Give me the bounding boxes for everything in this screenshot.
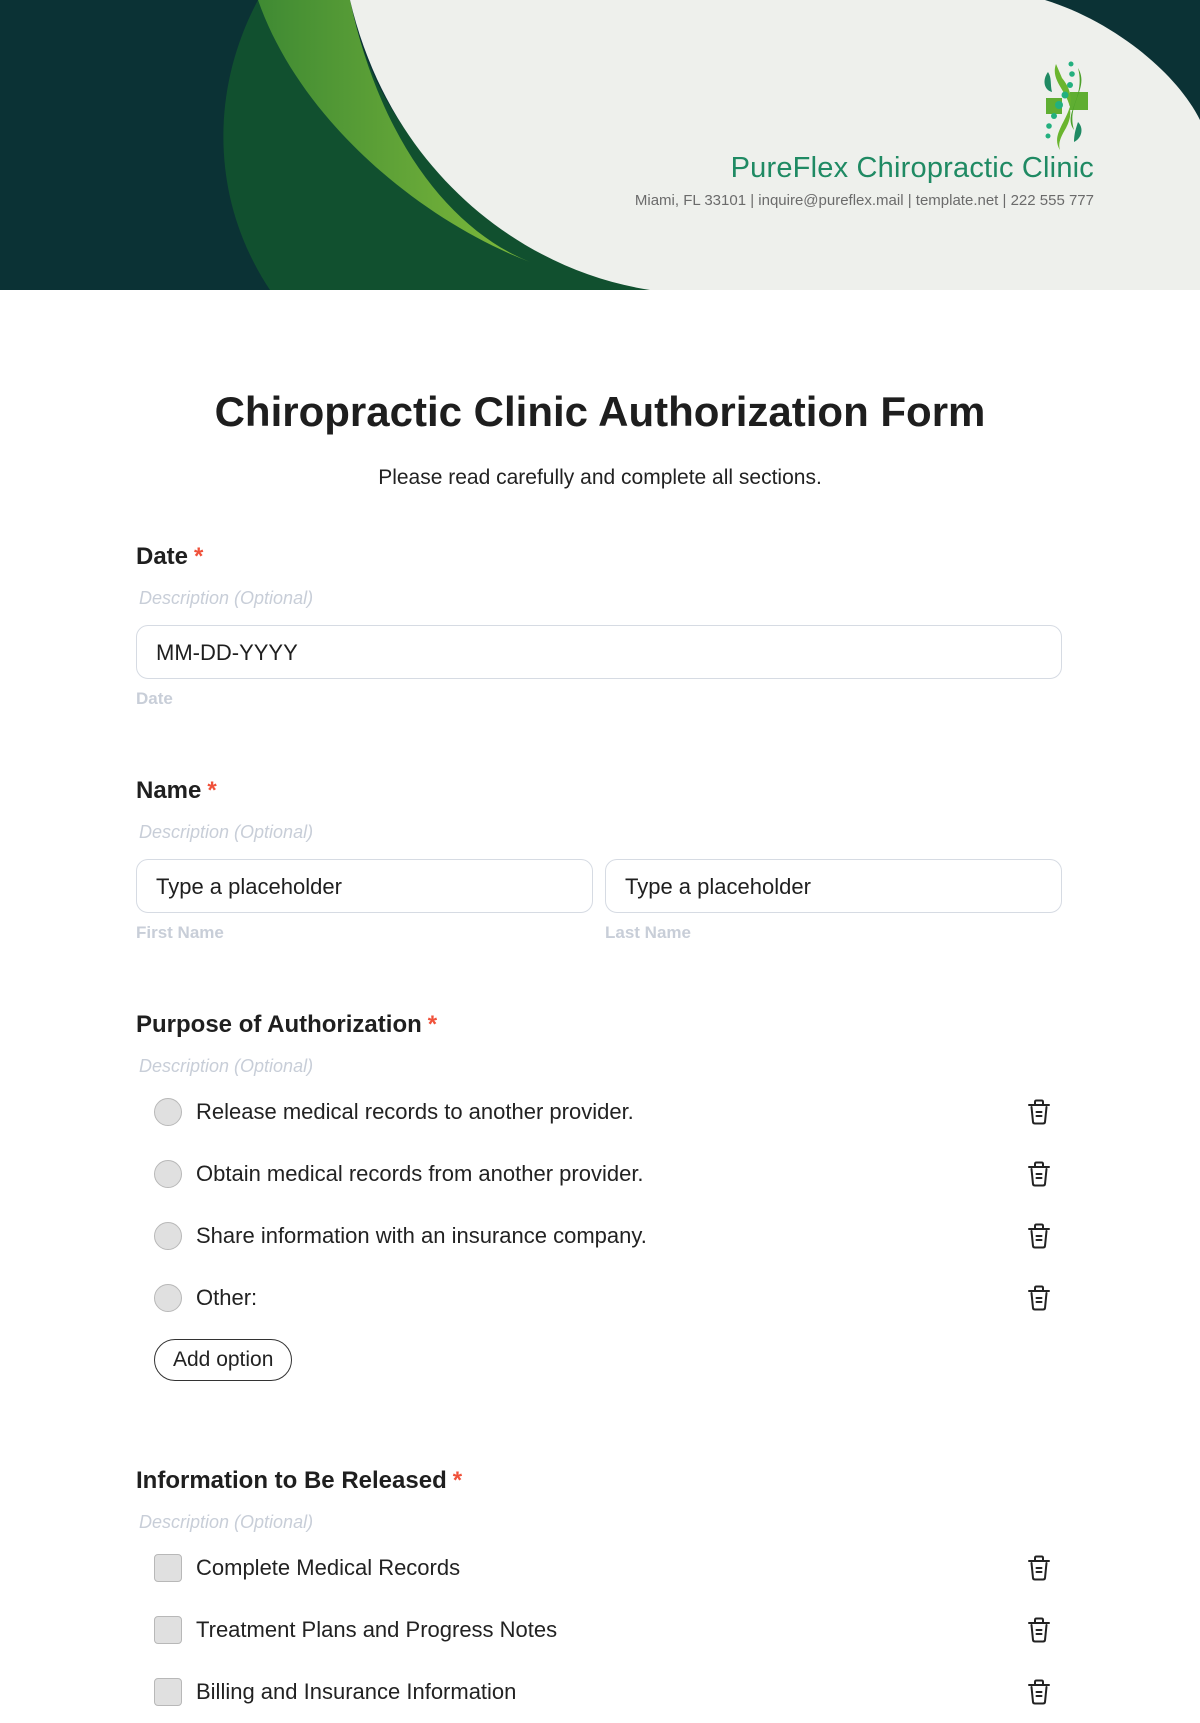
purpose-question: Purpose of Authorization * Description (O… [136, 1011, 1062, 1381]
last-name-input[interactable]: Type a placeholder [605, 859, 1062, 913]
name-label-text: Name [136, 777, 202, 804]
trash-icon[interactable] [1026, 1678, 1052, 1706]
date-sub-label: Date [136, 689, 173, 708]
option-label[interactable]: Release medical records to another provi… [196, 1099, 634, 1125]
radio-option[interactable]: Obtain medical records from another prov… [136, 1143, 1062, 1205]
date-label[interactable]: Date * [136, 543, 1062, 571]
info-released-label-text: Information to Be Released [136, 1467, 447, 1494]
info-released-description[interactable]: Description (Optional) [139, 1512, 1062, 1533]
last-name-column: Type a placeholder Last Name [605, 843, 1062, 943]
checkbox-option[interactable]: Treatment Plans and Progress Notes [136, 1599, 1062, 1661]
required-asterisk: * [194, 543, 204, 570]
first-name-column: Type a placeholder First Name [136, 843, 593, 943]
first-name-sub-label: First Name [136, 923, 224, 942]
required-asterisk: * [427, 1011, 438, 1038]
clinic-logo-icon [1044, 61, 1088, 150]
option-label[interactable]: Other: [196, 1285, 257, 1311]
trash-icon[interactable] [1026, 1098, 1052, 1126]
clinic-contact-info: Miami, FL 33101 | inquire@pureflex.mail … [634, 192, 1094, 209]
name-question: Name * Description (Optional) Type a plac… [136, 777, 1062, 943]
first-name-input[interactable]: Type a placeholder [136, 859, 593, 913]
date-description[interactable]: Description (Optional) [139, 588, 1062, 609]
radio-button[interactable] [154, 1160, 182, 1188]
radio-button[interactable] [154, 1284, 182, 1312]
info-released-options: Complete Medical Records Treatment Plans… [136, 1537, 1062, 1723]
radio-button[interactable] [154, 1222, 182, 1250]
date-label-text: Date [136, 543, 189, 570]
trash-icon[interactable] [1026, 1222, 1052, 1250]
form-title: Chiropractic Clinic Authorization Form [214, 388, 986, 435]
date-input[interactable]: MM-DD-YYYY [136, 625, 1062, 679]
required-asterisk: * [452, 1467, 463, 1494]
clinic-name: PureFlex Chiropractic Clinic [730, 152, 1094, 184]
checkbox[interactable] [154, 1554, 182, 1582]
checkbox-option[interactable]: Billing and Insurance Information [136, 1661, 1062, 1723]
radio-button[interactable] [154, 1098, 182, 1126]
info-released-question: Information to Be Released * Description … [136, 1467, 1062, 1723]
trash-icon[interactable] [1026, 1284, 1052, 1312]
name-fields-row: Type a placeholder First Name Type a pla… [136, 843, 1062, 943]
date-question: Date * Description (Optional) MM-DD-YYYY … [136, 543, 1062, 709]
header-banner: PureFlex Chiropractic Clinic Miami, FL 3… [0, 0, 1200, 290]
name-description[interactable]: Description (Optional) [139, 822, 1062, 843]
radio-option[interactable]: Share information with an insurance comp… [136, 1205, 1062, 1267]
checkbox[interactable] [154, 1616, 182, 1644]
trash-icon[interactable] [1026, 1554, 1052, 1582]
option-label[interactable]: Obtain medical records from another prov… [196, 1161, 644, 1187]
purpose-label-text: Purpose of Authorization [136, 1011, 422, 1038]
option-label[interactable]: Billing and Insurance Information [196, 1679, 516, 1705]
radio-option[interactable]: Release medical records to another provi… [136, 1081, 1062, 1143]
info-released-label[interactable]: Information to Be Released * [136, 1467, 1062, 1495]
option-label[interactable]: Share information with an insurance comp… [196, 1223, 647, 1249]
form-subtitle: Please read carefully and complete all s… [378, 466, 822, 489]
checkbox[interactable] [154, 1678, 182, 1706]
radio-option[interactable]: Other: [136, 1267, 1062, 1329]
purpose-options: Release medical records to another provi… [136, 1081, 1062, 1329]
purpose-description[interactable]: Description (Optional) [139, 1056, 1062, 1077]
checkbox-option[interactable]: Complete Medical Records [136, 1537, 1062, 1599]
add-option-button[interactable]: Add option [154, 1339, 293, 1381]
purpose-label[interactable]: Purpose of Authorization * [136, 1011, 1062, 1039]
option-label[interactable]: Treatment Plans and Progress Notes [196, 1617, 557, 1643]
last-name-sub-label: Last Name [605, 923, 691, 942]
required-asterisk: * [207, 777, 217, 804]
option-label[interactable]: Complete Medical Records [196, 1555, 460, 1581]
trash-icon[interactable] [1026, 1616, 1052, 1644]
header-background-shapes [0, 0, 1200, 290]
trash-icon[interactable] [1026, 1160, 1052, 1188]
name-label[interactable]: Name * [136, 777, 1062, 805]
